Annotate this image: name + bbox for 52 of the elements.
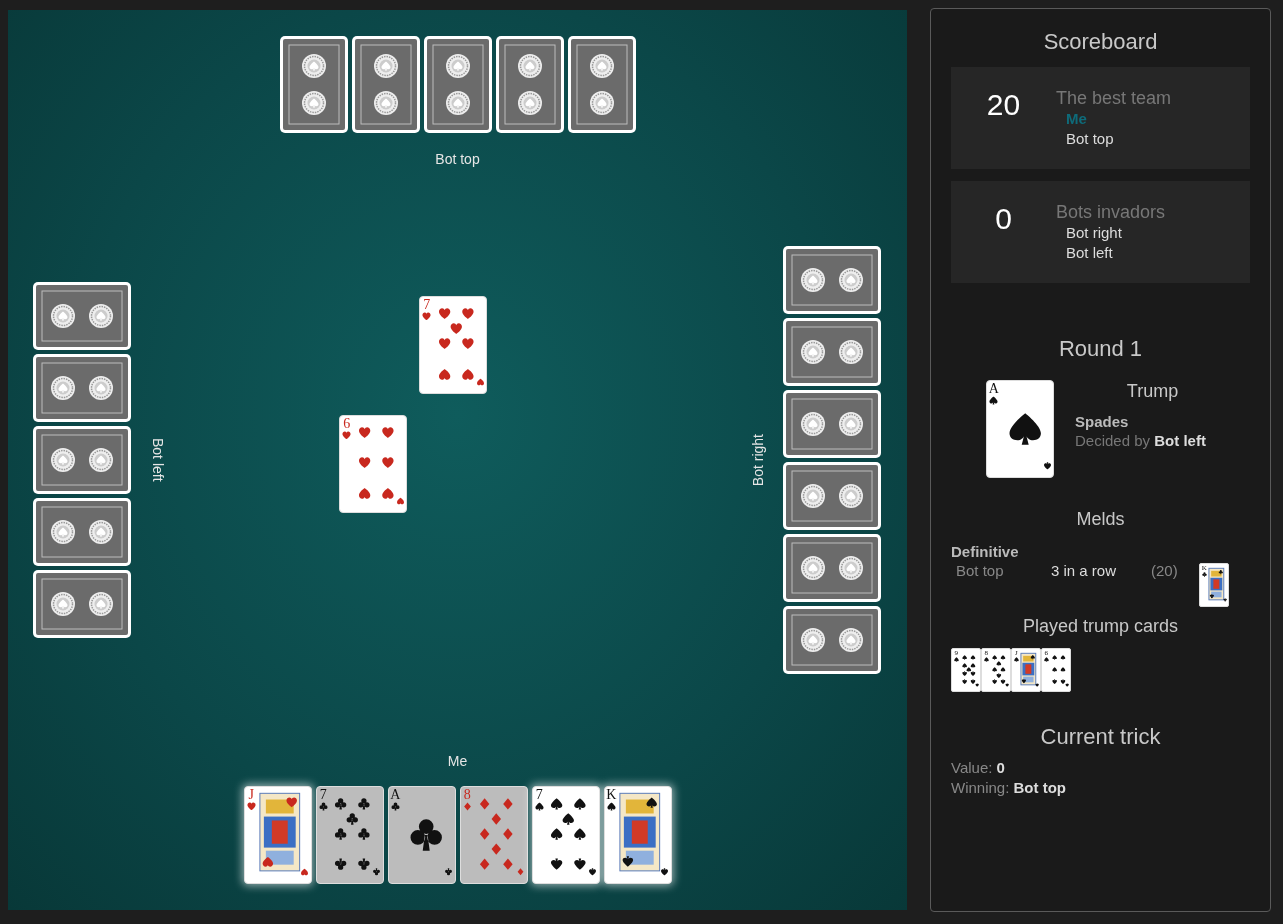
team-score: 0	[994, 201, 1013, 237]
meld-name: 3 in a row	[1051, 561, 1118, 580]
card-rank: 6	[343, 417, 351, 431]
suit-icon	[390, 802, 400, 811]
suit-icon	[983, 657, 989, 662]
current-trick-title: Current trick	[1039, 724, 1162, 750]
suit-icon	[1043, 657, 1049, 662]
suit-icon	[1201, 572, 1207, 577]
playing-card[interactable]: 7	[531, 786, 600, 884]
card-rank: 8	[463, 788, 471, 802]
suit-icon	[534, 802, 544, 811]
card-rank: 7	[535, 788, 543, 802]
suit-icon	[462, 802, 472, 811]
meld-group-label: Definitive	[951, 542, 1020, 561]
team-name: The best team	[1056, 87, 1172, 109]
scoreboard-title: Scoreboard	[1042, 29, 1159, 55]
player-name: Me	[447, 752, 468, 770]
melds-heading: Melds	[1075, 508, 1126, 530]
player-name: Bot left	[149, 438, 167, 482]
card-rank: 7	[423, 298, 431, 312]
playing-card[interactable]: K	[603, 786, 672, 884]
suit-icon	[989, 396, 999, 405]
card-rank: K	[606, 788, 617, 802]
team-name: Bots invadors	[1056, 201, 1166, 223]
card-rank: J	[248, 788, 255, 802]
card-rank: 7	[319, 788, 327, 802]
suit-icon	[1013, 657, 1019, 662]
decided-by-text: Decided by Bot left	[1075, 431, 1206, 450]
suit-icon	[246, 802, 256, 811]
card-rank: A	[988, 382, 999, 396]
player-name: Bot top	[435, 150, 480, 168]
team-score: 20	[985, 87, 1022, 123]
trick-value-text: Value: 0	[951, 758, 1006, 778]
team-member: Me	[1066, 109, 1087, 129]
suit-icon	[318, 802, 328, 811]
suit-icon	[606, 802, 616, 811]
trump-suit: Spades	[1075, 412, 1129, 431]
suit-icon	[342, 431, 352, 440]
meld-points: (20)	[1151, 561, 1179, 580]
suit-icon	[422, 312, 432, 321]
card-rank: A	[390, 788, 401, 802]
round-title: Round 1	[1057, 336, 1144, 362]
played-trumps-heading: Played trump cards	[1021, 615, 1180, 637]
trick-winner-text: Winning: Bot top	[951, 778, 1067, 798]
suit-icon	[953, 657, 959, 662]
team-member: Bot right	[1066, 223, 1122, 243]
meld-player: Bot top	[955, 561, 1005, 580]
player-name: Bot right	[749, 433, 767, 487]
team-member: Bot left	[1066, 243, 1113, 263]
team-member: Bot top	[1066, 129, 1114, 149]
playing-card[interactable]: J	[243, 786, 312, 884]
trump-heading: Trump	[1126, 380, 1179, 402]
